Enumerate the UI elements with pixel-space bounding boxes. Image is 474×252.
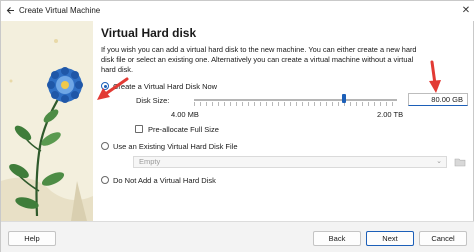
back-button[interactable]: Back — [313, 231, 361, 246]
preallocate-label[interactable]: Pre-allocate Full Size — [148, 125, 219, 134]
annotation-arrow-radio — [97, 77, 129, 100]
slider-max-label: 2.00 TB — [377, 110, 404, 119]
next-button[interactable]: Next — [366, 231, 414, 246]
illustration — [1, 21, 93, 221]
disk-size-slider-thumb[interactable] — [342, 94, 347, 103]
slider-ticks — [194, 102, 397, 106]
existing-disk-select[interactable]: Empty ⌄ — [133, 156, 447, 168]
slider-min-label: 4.00 MB — [171, 110, 199, 119]
folder-icon[interactable] — [454, 156, 466, 168]
close-icon[interactable]: ✕ — [459, 4, 473, 18]
radio-no-disk[interactable] — [101, 176, 109, 184]
back-arrow-icon[interactable] — [5, 5, 16, 16]
title-bar: Create Virtual Machine ✕ — [1, 1, 474, 21]
chevron-down-icon: ⌄ — [436, 158, 442, 165]
intro-text: If you wish you can add a virtual hard d… — [101, 45, 417, 74]
preallocate-checkbox[interactable] — [135, 125, 143, 133]
create-vm-window: Create Virtual Machine ✕ Virtual Hard di… — [0, 0, 474, 252]
disk-size-label: Disk Size: — [136, 96, 170, 105]
window-title: Create Virtual Machine — [19, 6, 101, 15]
content-panel: Virtual Hard disk If you wish you can ad… — [93, 21, 474, 221]
radio-no-disk-label[interactable]: Do Not Add a Virtual Hard Disk — [113, 176, 216, 185]
help-button[interactable]: Help — [8, 231, 56, 246]
disk-size-slider[interactable] — [194, 99, 397, 101]
cancel-button[interactable]: Cancel — [419, 231, 467, 246]
page-title: Virtual Hard disk — [101, 26, 197, 40]
existing-disk-value: Empty — [139, 157, 161, 166]
annotation-arrow-size — [429, 60, 441, 93]
radio-use-existing-label[interactable]: Use an Existing Virtual Hard Disk File — [113, 142, 238, 151]
radio-use-existing[interactable] — [101, 142, 109, 150]
plant-illustration — [1, 21, 93, 221]
